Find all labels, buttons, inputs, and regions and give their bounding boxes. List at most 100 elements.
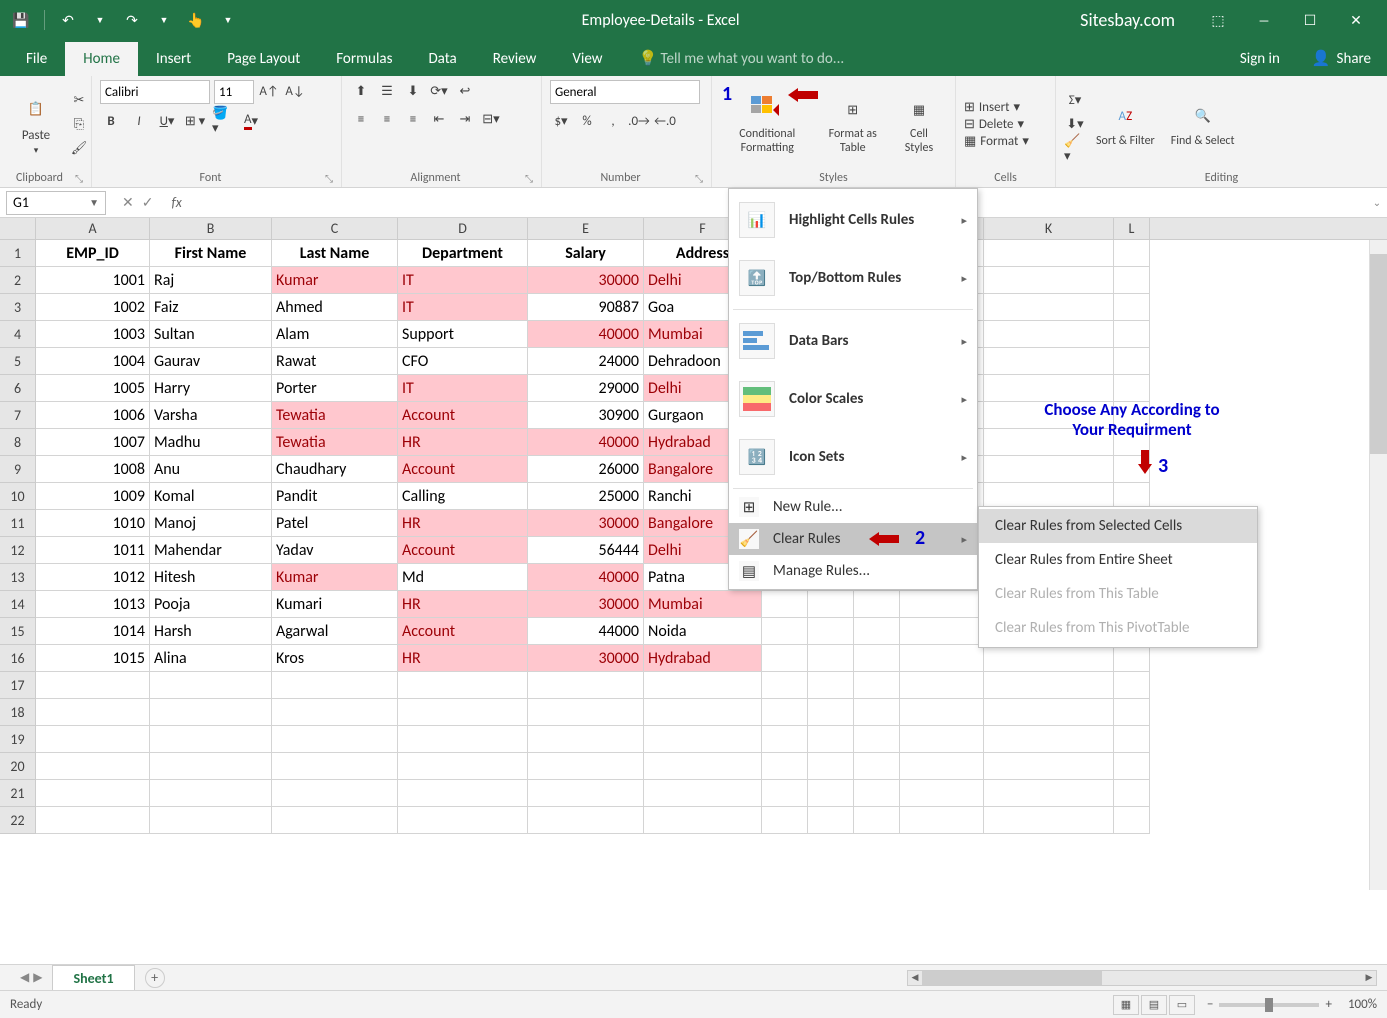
fill-icon[interactable]: ⬇▾ bbox=[1064, 114, 1086, 136]
column-header-E[interactable]: E bbox=[528, 218, 644, 239]
cell[interactable]: 30000 bbox=[528, 510, 644, 537]
tab-file[interactable]: File bbox=[8, 42, 65, 76]
cell[interactable]: 1009 bbox=[36, 483, 150, 510]
cell[interactable] bbox=[272, 672, 398, 699]
cell[interactable] bbox=[644, 726, 762, 753]
font-name-select[interactable] bbox=[100, 80, 210, 104]
minimize-button[interactable]: ― bbox=[1241, 0, 1287, 40]
cell[interactable] bbox=[1114, 375, 1150, 402]
cell[interactable] bbox=[1114, 753, 1150, 780]
view-page-break-icon[interactable]: ▭ bbox=[1169, 995, 1195, 1015]
cell[interactable] bbox=[272, 699, 398, 726]
cell[interactable] bbox=[984, 267, 1114, 294]
cell[interactable]: IT bbox=[398, 294, 528, 321]
row-header[interactable]: 1 bbox=[0, 240, 36, 267]
enter-formula-icon[interactable]: ✓ bbox=[142, 194, 154, 211]
column-header-C[interactable]: C bbox=[272, 218, 398, 239]
italic-button[interactable]: I bbox=[128, 110, 150, 132]
vertical-scrollbar[interactable] bbox=[1369, 240, 1387, 890]
cell[interactable]: 40000 bbox=[528, 321, 644, 348]
cell[interactable]: 1012 bbox=[36, 564, 150, 591]
align-right-icon[interactable]: ≡ bbox=[402, 108, 424, 130]
cell-styles-button[interactable]: ▦ Cell Styles bbox=[891, 90, 947, 158]
cell[interactable] bbox=[150, 699, 272, 726]
find-select-button[interactable]: 🔍 Find & Select bbox=[1165, 97, 1241, 152]
cell[interactable]: 40000 bbox=[528, 564, 644, 591]
cell[interactable]: 25000 bbox=[528, 483, 644, 510]
cell[interactable] bbox=[808, 780, 854, 807]
cell[interactable] bbox=[854, 618, 900, 645]
row-header[interactable]: 12 bbox=[0, 537, 36, 564]
cell[interactable] bbox=[528, 780, 644, 807]
format-painter-icon[interactable]: 🖌 bbox=[68, 138, 90, 160]
clipboard-launcher-icon[interactable]: ⤡ bbox=[75, 172, 83, 185]
column-header-B[interactable]: B bbox=[150, 218, 272, 239]
cell[interactable]: Kumar bbox=[272, 267, 398, 294]
cell[interactable]: Komal bbox=[150, 483, 272, 510]
cell[interactable]: 1007 bbox=[36, 429, 150, 456]
cell[interactable]: 1011 bbox=[36, 537, 150, 564]
cell[interactable]: Manoj bbox=[150, 510, 272, 537]
cell[interactable]: Mumbai bbox=[644, 591, 762, 618]
menu-top-bottom-rules[interactable]: 🔝Top/Bottom Rules▸ bbox=[729, 249, 977, 307]
touch-mode-icon[interactable]: 👆 bbox=[183, 7, 209, 33]
row-header[interactable]: 11 bbox=[0, 510, 36, 537]
cell[interactable] bbox=[36, 753, 150, 780]
zoom-slider[interactable] bbox=[1219, 1003, 1319, 1007]
wrap-text-icon[interactable]: ↩ bbox=[454, 80, 476, 102]
redo-dropdown-icon[interactable]: ▼ bbox=[151, 7, 177, 33]
cell[interactable]: Rawat bbox=[272, 348, 398, 375]
cell[interactable] bbox=[272, 753, 398, 780]
cell[interactable] bbox=[854, 807, 900, 834]
cell[interactable] bbox=[984, 699, 1114, 726]
align-left-icon[interactable]: ≡ bbox=[350, 108, 372, 130]
cell[interactable] bbox=[984, 753, 1114, 780]
align-bottom-icon[interactable]: ⬇ bbox=[402, 80, 424, 102]
border-icon[interactable]: ⊞ ▾ bbox=[184, 110, 206, 132]
cell[interactable] bbox=[644, 699, 762, 726]
cell[interactable] bbox=[854, 645, 900, 672]
cell[interactable]: 1005 bbox=[36, 375, 150, 402]
decrease-font-icon[interactable]: A↓ bbox=[284, 80, 306, 102]
increase-decimal-icon[interactable]: .0→ bbox=[628, 110, 650, 132]
cell[interactable] bbox=[644, 780, 762, 807]
cell[interactable] bbox=[808, 618, 854, 645]
hscroll-right-icon[interactable]: ▶ bbox=[1362, 971, 1376, 985]
cell[interactable] bbox=[984, 672, 1114, 699]
cell[interactable]: Account bbox=[398, 456, 528, 483]
cell[interactable]: Hydrabad bbox=[644, 645, 762, 672]
cell[interactable] bbox=[808, 591, 854, 618]
zoom-level[interactable]: 100% bbox=[1348, 997, 1377, 1012]
cell[interactable]: 1015 bbox=[36, 645, 150, 672]
decrease-decimal-icon[interactable]: ←.0 bbox=[654, 110, 676, 132]
row-header[interactable]: 7 bbox=[0, 402, 36, 429]
cell[interactable]: HR bbox=[398, 510, 528, 537]
cell[interactable]: Gaurav bbox=[150, 348, 272, 375]
row-header[interactable]: 3 bbox=[0, 294, 36, 321]
cell[interactable]: 44000 bbox=[528, 618, 644, 645]
cell[interactable] bbox=[644, 753, 762, 780]
tab-insert[interactable]: Insert bbox=[138, 42, 209, 76]
cell[interactable]: 1004 bbox=[36, 348, 150, 375]
cell[interactable] bbox=[1114, 321, 1150, 348]
cell[interactable]: Alam bbox=[272, 321, 398, 348]
cell[interactable] bbox=[762, 645, 808, 672]
paste-button[interactable]: 📋 Paste ▾ bbox=[8, 90, 64, 160]
tab-formulas[interactable]: Formulas bbox=[318, 42, 410, 76]
row-header[interactable]: 13 bbox=[0, 564, 36, 591]
cell[interactable]: 30000 bbox=[528, 591, 644, 618]
cell[interactable]: 30900 bbox=[528, 402, 644, 429]
cell[interactable] bbox=[900, 672, 984, 699]
cell[interactable] bbox=[984, 375, 1114, 402]
cell[interactable]: Yadav bbox=[272, 537, 398, 564]
cell[interactable]: Sultan bbox=[150, 321, 272, 348]
cell[interactable] bbox=[808, 672, 854, 699]
cell[interactable] bbox=[808, 645, 854, 672]
row-header[interactable]: 6 bbox=[0, 375, 36, 402]
cell[interactable] bbox=[984, 780, 1114, 807]
percent-icon[interactable]: % bbox=[576, 110, 598, 132]
cell[interactable]: Varsha bbox=[150, 402, 272, 429]
cell[interactable]: 30000 bbox=[528, 645, 644, 672]
cell[interactable]: Pandit bbox=[272, 483, 398, 510]
cell[interactable] bbox=[854, 780, 900, 807]
